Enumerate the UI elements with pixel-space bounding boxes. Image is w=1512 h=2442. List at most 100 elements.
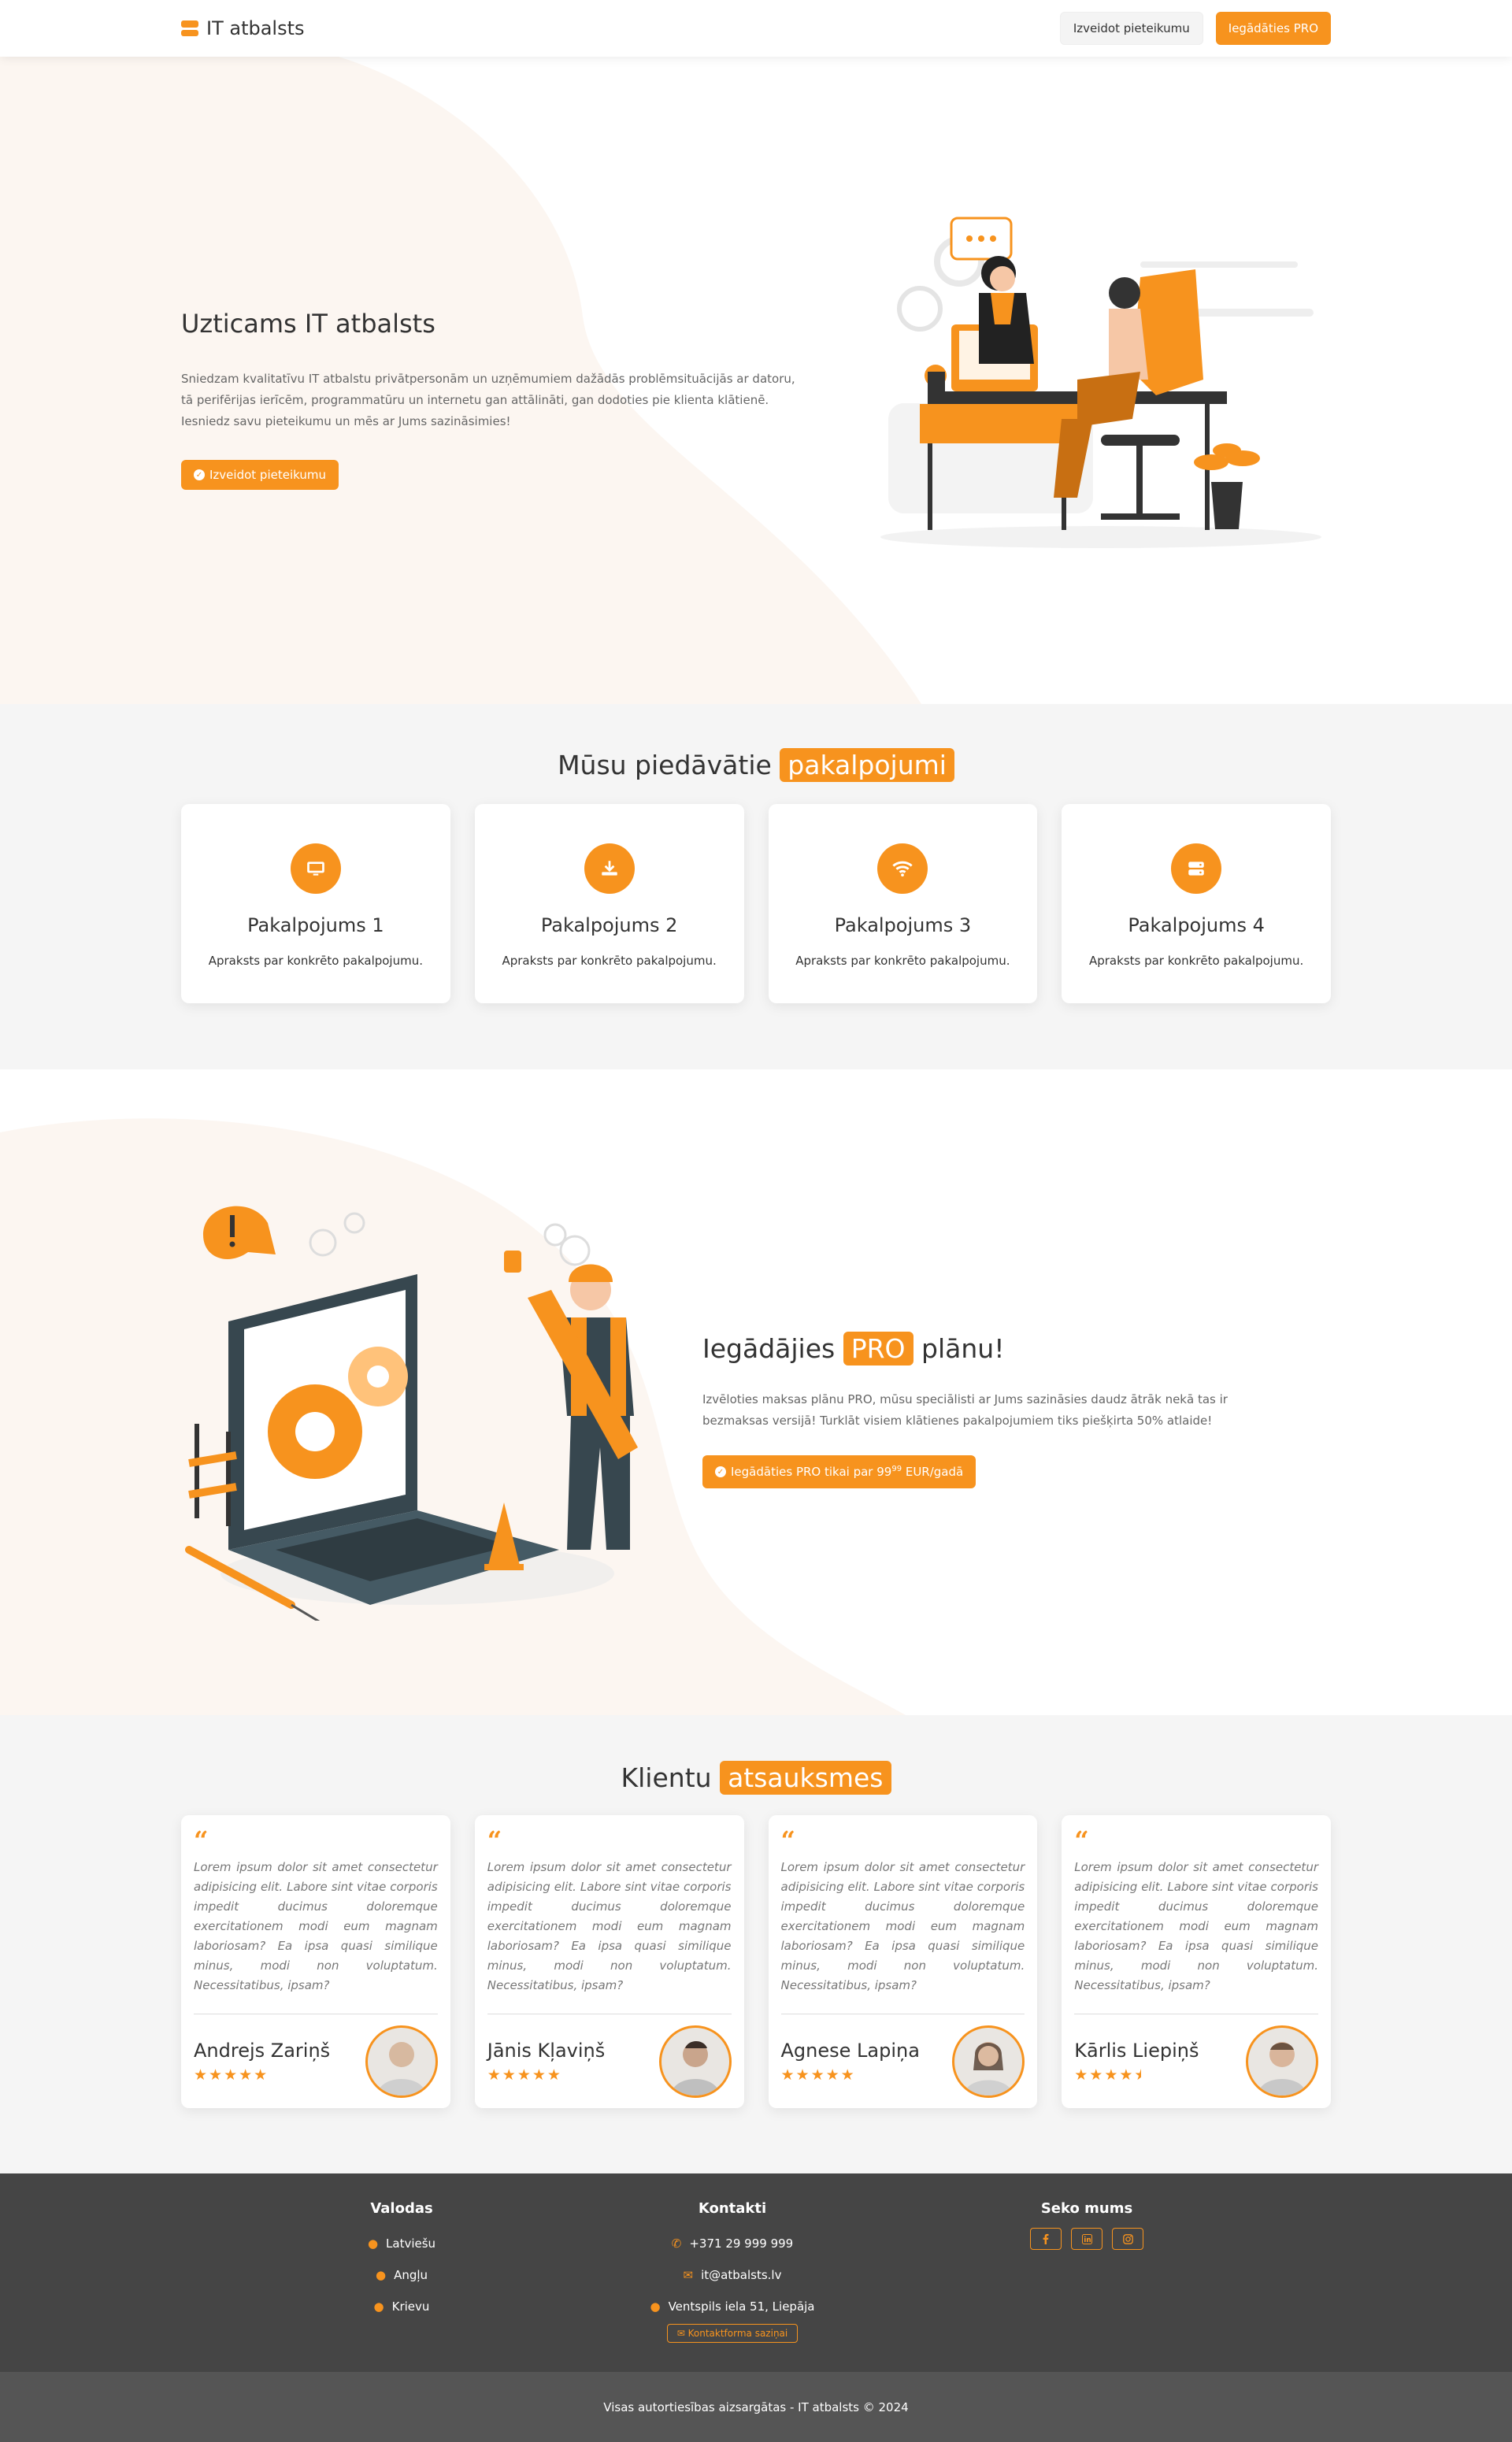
testimonial-text: Lorem ipsum dolor sit amet consectetur a… — [487, 1860, 732, 1992]
pro-title-highlight: PRO — [843, 1332, 914, 1366]
services-section: Mūsu piedāvātie pakalpojumi Pakalpojums … — [0, 704, 1512, 1069]
testimonials-section: Klientu atsauksmes “ Lorem ipsum dolor s… — [0, 1715, 1512, 2173]
testimonial-card: “ Lorem ipsum dolor sit amet consectetur… — [474, 1815, 744, 2108]
phone-label: +371 29 999 999 — [689, 2236, 794, 2251]
service-card[interactable]: Pakalpojums 2 Apraksts par konkrēto paka… — [474, 804, 744, 1003]
address-label: Ventspils iela 51, Liepāja — [668, 2299, 815, 2314]
pro-title: Iegādājies PRO plānu! — [702, 1332, 1269, 1366]
footer-social: Seko mums — [1008, 2200, 1166, 2250]
avatar — [1246, 2025, 1318, 2098]
server-icon — [181, 20, 198, 36]
email-link[interactable]: ✉ it@atbalsts.lv — [630, 2259, 835, 2291]
footer-languages: Valodas ● Latviešu ● Angļu ● Krievu — [331, 2200, 472, 2322]
linkedin-icon[interactable] — [1071, 2228, 1102, 2250]
wifi-icon — [877, 843, 928, 894]
service-card[interactable]: Pakalpojums 1 Apraksts par konkrēto paka… — [181, 804, 450, 1003]
pro-description: Izvēloties maksas plānu PRO, mūsu speciā… — [702, 1392, 1228, 1428]
phone-link[interactable]: ✆ +371 29 999 999 — [630, 2228, 835, 2259]
email-label: it@atbalsts.lv — [701, 2268, 782, 2282]
rating-stars: ★★★★★ — [1074, 2066, 1141, 2084]
instagram-icon[interactable] — [1112, 2228, 1143, 2250]
service-text: Apraksts par konkrēto pakalpojumu. — [208, 954, 423, 968]
envelope-icon: ✉ — [683, 2268, 694, 2282]
footer: Valodas ● Latviešu ● Angļu ● Krievu Kontakt… — [0, 2173, 1512, 2372]
laptop-repair-illustration — [185, 1206, 638, 1621]
testimonial-card: “ Lorem ipsum dolor sit amet consectetur… — [181, 1815, 450, 2108]
testimonials-title: Klientu atsauksmes — [181, 1761, 1331, 1795]
language-label: Latviešu — [386, 2236, 436, 2251]
testimonial-text: Lorem ipsum dolor sit amet consectetur a… — [194, 1860, 438, 1992]
testimonial-author: Kārlis Liepiņš — [1074, 2040, 1199, 2062]
language-link[interactable]: ● Angļu — [331, 2259, 472, 2291]
testimonials-title-highlight: atsauksmes — [720, 1761, 891, 1795]
navbar: IT atbalsts Izveidot pieteikumu Iegādāti… — [0, 0, 1512, 57]
pro-title-suffix: plānu! — [921, 1333, 1005, 1364]
services-title-prefix: Mūsu piedāvātie — [558, 750, 772, 780]
download-icon — [584, 843, 635, 894]
pro-cta-suffix: EUR/gadā — [905, 1465, 964, 1479]
footer-languages-title: Valodas — [370, 2200, 433, 2217]
testimonial-author: Agnese Lapiņa — [780, 2040, 920, 2062]
map-pin-icon: ● — [367, 2236, 379, 2251]
service-title: Pakalpojums 2 — [540, 914, 678, 936]
quote-icon: “ — [487, 1825, 502, 1855]
service-title: Pakalpojums 3 — [834, 914, 972, 936]
services-title-highlight: pakalpojumi — [780, 748, 954, 782]
rating-stars: ★★★★★ — [780, 2066, 856, 2084]
services-title: Mūsu piedāvātie pakalpojumi — [181, 748, 1331, 782]
pro-cta-prefix: Iegādāties PRO tikai par 99 — [731, 1465, 892, 1479]
rating-stars: ★★★★★ — [194, 2066, 269, 2084]
service-card[interactable]: Pakalpojums 4 Apraksts par konkrēto paka… — [1062, 804, 1331, 1003]
contact-form-button[interactable]: ✉ Kontaktforma saziņai — [666, 2324, 799, 2343]
buy-pro-button[interactable]: Iegādāties PRO — [1215, 12, 1331, 45]
quote-icon: “ — [1074, 1825, 1089, 1855]
testimonial-author: Jānis Kļaviņš — [487, 2040, 606, 2062]
copyright-text: Visas autortiesības aizsargātas - IT atb… — [603, 2399, 909, 2414]
service-card[interactable]: Pakalpojums 3 Apraksts par konkrēto paka… — [768, 804, 1038, 1003]
testimonial-text: Lorem ipsum dolor sit amet consectetur a… — [780, 1860, 1025, 1992]
service-title: Pakalpojums 4 — [1128, 914, 1265, 936]
footer-contacts-title: Kontakti — [698, 2200, 767, 2217]
testimonials-title-prefix: Klientu — [621, 1762, 712, 1793]
language-label: Krievu — [391, 2299, 430, 2314]
quote-icon: “ — [780, 1825, 795, 1855]
pro-title-prefix: Iegādājies — [702, 1333, 836, 1364]
avatar — [365, 2025, 438, 2098]
service-text: Apraksts par konkrēto pakalpojumu. — [1088, 954, 1304, 968]
envelope-icon: ✉ — [676, 2328, 688, 2339]
avatar — [658, 2025, 732, 2098]
create-request-button[interactable]: Izveidot pieteikumu — [1059, 12, 1203, 45]
copyright-bar: Visas autortiesības aizsargātas - IT atb… — [0, 2372, 1512, 2442]
address-link[interactable]: ● Ventspils iela 51, Liepāja — [630, 2291, 835, 2322]
footer-follow-title: Seko mums — [1040, 2200, 1133, 2217]
quote-icon: “ — [194, 1825, 209, 1855]
testimonial-author: Andrejs Zariņš — [194, 2040, 331, 2062]
service-title: Pakalpojums 1 — [247, 914, 384, 936]
map-pin-icon: ● — [650, 2299, 661, 2314]
monitor-icon — [290, 843, 341, 894]
buy-pro-plan-button[interactable]: ✓ Iegādāties PRO tikai par 9999 EUR/gadā — [702, 1455, 976, 1488]
language-link[interactable]: ● Krievu — [331, 2291, 472, 2322]
pro-cta-label: Iegādāties PRO tikai par 9999 EUR/gadā — [731, 1465, 963, 1479]
brand-name: IT atbalsts — [206, 17, 305, 39]
hero-cta-label: Izveidot pieteikumu — [209, 468, 326, 482]
pro-cta-sup: 99 — [891, 1465, 902, 1473]
brand-link[interactable]: IT atbalsts — [181, 17, 305, 39]
testimonial-card: “ Lorem ipsum dolor sit amet consectetur… — [768, 1815, 1038, 2108]
facebook-icon[interactable] — [1030, 2228, 1062, 2250]
check-circle-icon: ✓ — [715, 1466, 726, 1477]
language-link[interactable]: ● Latviešu — [331, 2228, 472, 2259]
map-pin-icon: ● — [375, 2268, 387, 2282]
phone-icon: ✆ — [671, 2236, 682, 2251]
map-pin-icon: ● — [373, 2299, 384, 2314]
pro-section: Iegādājies PRO plānu! Izvēloties maksas … — [0, 1069, 1512, 1715]
language-label: Angļu — [394, 2268, 428, 2282]
it-support-illustration — [880, 217, 1321, 548]
check-circle-icon: ✓ — [194, 469, 205, 480]
hero-description: Sniedzam kvalitatīvu IT atbalstu privātp… — [181, 372, 795, 428]
service-text: Apraksts par konkrēto pakalpojumu. — [795, 954, 1010, 968]
hero-create-request-button[interactable]: ✓ Izveidot pieteikumu — [181, 460, 339, 490]
service-text: Apraksts par konkrēto pakalpojumu. — [502, 954, 717, 968]
hero-title: Uzticams IT atbalsts — [181, 309, 435, 339]
testimonial-card: “ Lorem ipsum dolor sit amet consectetur… — [1062, 1815, 1331, 2108]
